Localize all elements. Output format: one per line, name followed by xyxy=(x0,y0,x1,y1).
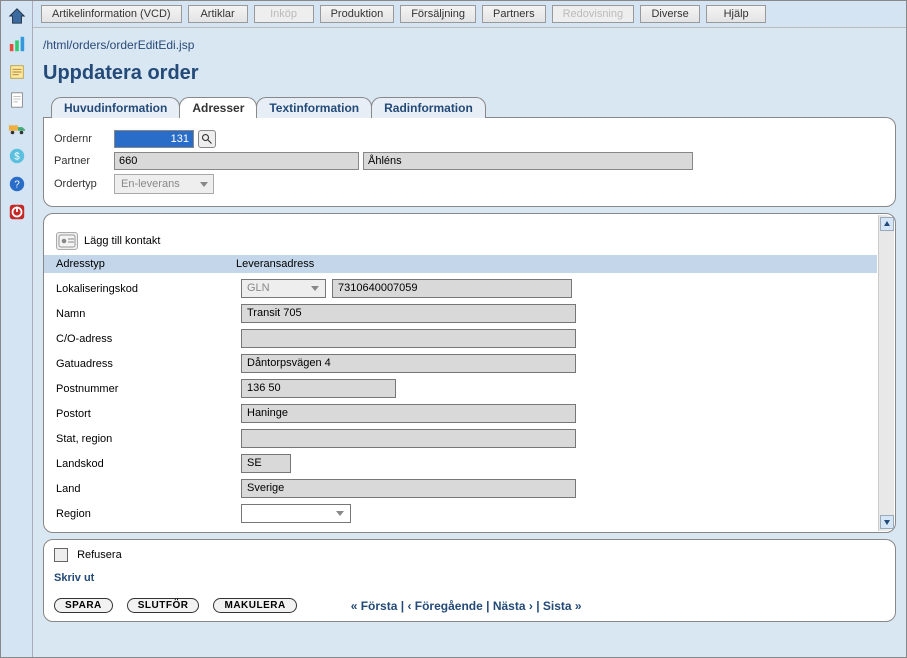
address-scroll-panel: Lägg till kontakt Adresstyp Leveransadre… xyxy=(43,213,896,533)
partner-name-input: Åhléns xyxy=(363,152,693,170)
makulera-button[interactable]: MAKULERA xyxy=(213,598,296,613)
gatuadress-input[interactable]: Dåntorpsvägen 4 xyxy=(241,354,576,373)
stat-label: Stat, region xyxy=(56,433,241,445)
add-contact-label[interactable]: Lägg till kontakt xyxy=(84,235,160,247)
svg-text:$: $ xyxy=(14,152,20,163)
gatuadress-label: Gatuadress xyxy=(56,358,241,370)
postort-input[interactable]: Haninge xyxy=(241,404,576,423)
page-title: Uppdatera order xyxy=(33,56,906,91)
truck-icon[interactable] xyxy=(6,117,28,139)
refusera-label: Refusera xyxy=(77,549,122,561)
menu-artiklar[interactable]: Artiklar xyxy=(188,5,248,23)
postnummer-input[interactable]: 136 50 xyxy=(241,379,396,398)
pager-prev[interactable]: ‹ Föregående xyxy=(407,599,482,613)
refusera-checkbox[interactable] xyxy=(54,548,68,562)
ordertyp-label: Ordertyp xyxy=(54,178,110,190)
header-form-panel: Ordernr 131 Partner 660 Åhléns Ordertyp … xyxy=(43,117,896,207)
menu-diverse[interactable]: Diverse xyxy=(640,5,700,23)
col-adresstyp: Adresstyp xyxy=(56,258,236,270)
add-contact-icon[interactable] xyxy=(56,232,78,250)
power-icon[interactable] xyxy=(6,201,28,223)
region-label: Region xyxy=(56,508,241,520)
postort-label: Postort xyxy=(56,408,241,420)
landskod-label: Landskod xyxy=(56,458,241,470)
breadcrumb-path: /html/orders/orderEditEdi.jsp xyxy=(33,28,906,56)
scroll-down-button[interactable] xyxy=(880,515,894,529)
top-menu: Artikelinformation (VCD) Artiklar Inköp … xyxy=(33,1,906,28)
tab-bar: Huvudinformation Adresser Textinformatio… xyxy=(51,97,896,118)
land-label: Land xyxy=(56,483,241,495)
home-icon[interactable] xyxy=(6,5,28,27)
refusera-row: Refusera xyxy=(54,548,885,562)
ordernr-input[interactable]: 131 xyxy=(114,130,194,148)
namn-input[interactable]: Transit 705 xyxy=(241,304,576,323)
menu-inkop: Inköp xyxy=(254,5,314,23)
ordertyp-dropdown: En-leverans xyxy=(114,174,214,194)
ordernr-lookup-button[interactable] xyxy=(198,130,216,148)
tab-textinformation[interactable]: Textinformation xyxy=(256,97,372,118)
tab-huvudinformation[interactable]: Huvudinformation xyxy=(51,97,180,118)
menu-forsaljning[interactable]: Försäljning xyxy=(400,5,476,23)
land-input[interactable]: Sverige xyxy=(241,479,576,498)
stat-input[interactable] xyxy=(241,429,576,448)
lokaliseringskod-type-dropdown: GLN xyxy=(241,279,326,298)
menu-artikelinformation[interactable]: Artikelinformation (VCD) xyxy=(41,5,182,23)
left-sidebar: $ ? xyxy=(1,1,33,657)
slutfor-button[interactable]: SLUTFÖR xyxy=(127,598,200,613)
money-icon[interactable]: $ xyxy=(6,145,28,167)
note-icon[interactable] xyxy=(6,61,28,83)
partner-label: Partner xyxy=(54,155,110,167)
menu-produktion[interactable]: Produktion xyxy=(320,5,395,23)
menu-redovisning: Redovisning xyxy=(552,5,635,23)
ordernr-label: Ordernr xyxy=(54,133,110,145)
pager: « Första | ‹ Föregående | Nästa › | Sist… xyxy=(351,599,582,613)
region-dropdown[interactable] xyxy=(241,504,351,523)
co-input[interactable] xyxy=(241,329,576,348)
namn-label: Namn xyxy=(56,308,241,320)
menu-partners[interactable]: Partners xyxy=(482,5,546,23)
partner-code-input[interactable]: 660 xyxy=(114,152,359,170)
lokaliseringskod-input[interactable]: 7310640007059 xyxy=(332,279,572,298)
pager-next[interactable]: Nästa › xyxy=(493,599,533,613)
col-leveransadress: Leveransadress xyxy=(236,258,314,270)
menu-hjalp[interactable]: Hjälp xyxy=(706,5,766,23)
lokaliseringskod-label: Lokaliseringskod xyxy=(56,283,241,295)
pager-last[interactable]: Sista » xyxy=(543,599,582,613)
landskod-input[interactable]: SE xyxy=(241,454,291,473)
scrollbar[interactable] xyxy=(878,215,894,531)
skrivut-link[interactable]: Skriv ut xyxy=(54,572,94,584)
spara-button[interactable]: SPARA xyxy=(54,598,113,613)
document-icon[interactable] xyxy=(6,89,28,111)
scroll-up-button[interactable] xyxy=(880,217,894,231)
tab-adresser[interactable]: Adresser xyxy=(179,97,257,118)
co-label: C/O-adress xyxy=(56,333,241,345)
tab-radinformation[interactable]: Radinformation xyxy=(371,97,486,118)
help-icon[interactable]: ? xyxy=(6,173,28,195)
chart-icon[interactable] xyxy=(6,33,28,55)
svg-text:?: ? xyxy=(14,180,20,191)
pager-first[interactable]: « Första xyxy=(351,599,398,613)
footer-panel: Refusera Skriv ut SPARA SLUTFÖR MAKULERA… xyxy=(43,539,896,622)
postnummer-label: Postnummer xyxy=(56,383,241,395)
address-columns-header: Adresstyp Leveransadress xyxy=(44,255,877,273)
